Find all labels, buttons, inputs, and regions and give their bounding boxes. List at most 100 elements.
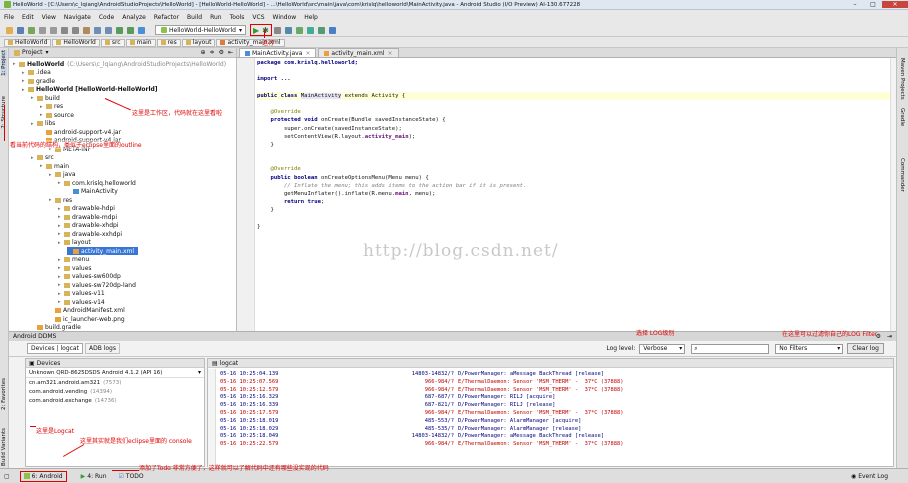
log-search-input[interactable] [697,344,762,353]
tree-item[interactable]: ▸ libs [31,120,55,128]
tree-item[interactable]: ▸ res [40,103,63,111]
tree-item[interactable]: ▸ values-sw720dp-land [58,281,136,289]
code-body[interactable]: package com.krislq.helloworld; import ...… [257,59,893,231]
tree-item[interactable]: ▸ .idea [22,69,51,77]
filter-select[interactable]: No Filters ▾ [775,343,844,354]
log-level-select[interactable]: Verbose ▾ [639,343,686,354]
tab-todo[interactable]: ☑ TODO [119,473,144,480]
tab-run[interactable]: ▶ 4: Run [81,473,107,480]
avd-manager-icon[interactable] [295,26,303,34]
breadcrumb-item[interactable]: activity_main.xml [216,38,285,47]
sync-icon[interactable] [28,26,35,34]
tree-item[interactable]: ▸ src [31,154,54,162]
tree-item[interactable]: MainActivity [67,188,118,196]
tree-item[interactable]: ▸ drawable-mdpi [58,213,117,221]
logcat-rows[interactable]: 05-16 10:25:04.139 14803-14832/? D/PowerMa… [220,371,890,449]
menu-item-vcs[interactable]: VCS [252,14,264,21]
run-button[interactable]: ▶ ✱ [250,24,272,36]
sdk-manager-icon[interactable] [284,26,292,34]
menu-item-file[interactable]: File [4,14,14,21]
redo-icon[interactable] [50,26,57,34]
tree-item[interactable]: android-support-v4.jar [40,128,121,136]
log-search-field[interactable]: ⌕ [691,343,770,354]
tab-devices-logcat[interactable]: Devices | logcat [27,343,83,354]
tree-item[interactable]: ▸ layout [58,239,91,247]
tree-item[interactable]: ▸ HelloWorld (C:\Users\c_lqiang\AndroidStu… [13,60,226,68]
breadcrumb-item[interactable]: HelloWorld [52,38,100,47]
menu-item-analyze[interactable]: Analyze [122,14,146,21]
tree-item[interactable]: AndroidManifest.xml [49,307,125,315]
minimize-button[interactable]: – [846,1,864,8]
tree-item[interactable]: ▸ values-v11 [58,290,105,298]
save-icon[interactable] [17,26,24,34]
chevron-down-icon[interactable]: ▾ [46,49,49,56]
replace-icon[interactable] [105,26,112,34]
open-icon[interactable] [6,26,13,34]
menu-item-window[interactable]: Window [273,14,297,21]
tree-item[interactable]: ic_launcher-web.png [49,315,125,323]
forward-icon[interactable] [127,26,134,34]
monitor-icon[interactable] [317,26,325,34]
menu-item-help[interactable]: Help [304,14,318,21]
tree-item[interactable]: ▸ HelloWorld [HelloWorld-HelloWorld] [22,86,158,94]
sync-icon[interactable]: ⊕ [201,49,206,56]
breadcrumb-item[interactable]: layout [181,38,216,47]
device-select[interactable]: Unknown QRD-8625DSDS Android 4.1.2 (API … [26,368,204,378]
tree-item[interactable]: ▸ menu [58,256,89,264]
paste-icon[interactable] [83,26,90,34]
menu-item-navigate[interactable]: Navigate [64,14,91,21]
breadcrumb-item[interactable]: res [156,38,181,47]
gear-icon[interactable]: ⚙ [219,49,224,56]
process-item[interactable]: com.android.vending (14394) [26,387,204,396]
event-log-tab[interactable]: Event Log [858,473,888,480]
menu-item-refactor[interactable]: Refactor [154,14,179,21]
tab-adb-logs[interactable]: ADB logs [84,343,120,354]
tree-item[interactable]: ▸ res [49,196,72,204]
breadcrumb-item[interactable]: HelloWorld [4,38,52,47]
tree-item[interactable]: ▸ values-v14 [58,298,105,306]
collapse-icon[interactable]: ≑ [210,49,215,56]
layout-icon[interactable]: ▢ [4,473,10,480]
hide-icon[interactable]: ⇤ [228,49,233,56]
tool-tab-gradle[interactable]: Gradle [899,108,905,126]
tab-mainactivity-java[interactable]: MainActivity.java × [239,48,317,57]
cut-icon[interactable] [61,26,68,34]
menu-item-code[interactable]: Code [99,14,114,21]
tab-activity_main-xml[interactable]: activity_main.xml × [318,48,399,57]
run-config-select[interactable]: HelloWorld-HelloWorld ▾ [155,25,246,35]
tool-tab-mavenprojects[interactable]: Maven Projects [899,58,905,100]
tool-tab-favorites[interactable]: 2: Favorites [1,378,7,410]
tree-item[interactable]: activity_main.xml [67,247,139,255]
project-panel-title[interactable]: Project [22,49,43,56]
tree-item[interactable]: ▸ source [40,111,74,119]
tree-item[interactable]: ▸ gradle [22,77,55,85]
menu-item-build[interactable]: Build [187,14,202,21]
editor-scrollbar[interactable] [890,58,896,331]
tree-item[interactable]: ▸ drawable-hdpi [58,205,115,213]
copy-icon[interactable] [72,26,79,34]
process-item[interactable]: cn.am321.android.am321 (7573) [26,378,204,387]
tab-android[interactable]: 6: Android [19,470,67,482]
clear-log-button[interactable]: Clear log [847,343,884,354]
menu-item-tools[interactable]: Tools [230,14,245,21]
tree-item[interactable]: ▸ values [58,264,92,272]
menu-item-edit[interactable]: Edit [22,14,34,21]
back-icon[interactable] [116,26,123,34]
breadcrumb-item[interactable]: src [100,38,125,47]
menu-item-run[interactable]: Run [210,14,222,21]
process-item[interactable]: com.android.exchange (14736) [26,396,204,405]
tree-item[interactable]: build.gradle [31,324,81,331]
tree-item[interactable]: ▸ drawable-xxhdpi [58,230,122,238]
hide-icon[interactable]: ⇥ [887,333,892,340]
menu-item-view[interactable]: View [42,14,56,21]
tree-item[interactable]: ▸ main [40,162,69,170]
tree-item[interactable]: ▸ drawable-xhdpi [58,222,119,230]
close-icon[interactable]: × [388,50,393,57]
tool-tab-project[interactable]: 1: Project [1,50,7,76]
tool-tab-buildvariants[interactable]: Build Variants [1,428,7,466]
help-icon[interactable] [328,26,336,34]
close-icon[interactable]: × [305,50,310,57]
maximize-button[interactable]: □ [864,1,882,8]
tree-item[interactable]: ▸ com.krislq.helloworld [58,179,136,187]
tree-item[interactable]: ▸ build [31,94,60,102]
